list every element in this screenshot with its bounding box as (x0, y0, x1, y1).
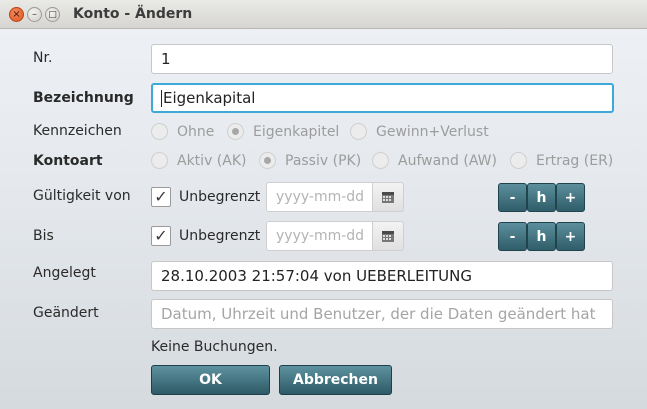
von-minus-button[interactable]: - (498, 183, 527, 212)
bezeichnung-label: Bezeichnung (33, 90, 134, 106)
gueltig-von-date-input[interactable]: yyyy-mm-dd (266, 182, 373, 212)
radio-circle (151, 123, 168, 140)
kennzeichen-label: Kennzeichen (33, 123, 122, 139)
radio-label: Gewinn+Verlust (376, 123, 489, 140)
kontoart-label: Kontoart (33, 153, 103, 169)
von-plus-button[interactable]: + (556, 183, 585, 212)
window-title: Konto - Ändern (73, 6, 193, 22)
status-text: Keine Buchungen. (151, 339, 278, 355)
radio-kennzeichen-ohne[interactable]: Ohne (151, 123, 214, 140)
gueltig-von-calendar-button[interactable] (373, 182, 404, 212)
radio-label: Ertrag (ER) (536, 152, 614, 169)
radio-label: Eigenkapitel (253, 123, 340, 140)
radio-circle (151, 152, 168, 169)
bis-calendar-button[interactable] (373, 221, 404, 251)
maximize-icon[interactable]: □ (45, 7, 60, 22)
bezeichnung-field[interactable]: Eigenkapital (151, 83, 614, 113)
unbegrenzt-von-label: Unbegrenzt (179, 189, 261, 205)
bezeichnung-value: Eigenkapital (163, 89, 256, 107)
radio-kontoart-aktiv[interactable]: Aktiv (AK) (151, 152, 246, 169)
radio-kennzeichen-gewinn-verlust[interactable]: Gewinn+Verlust (350, 123, 489, 140)
radio-circle-selected (227, 123, 244, 140)
nr-label: Nr. (33, 50, 53, 66)
radio-circle (350, 123, 367, 140)
radio-label: Ohne (177, 123, 215, 140)
ok-button[interactable]: OK (151, 365, 270, 395)
nr-value: 1 (161, 50, 171, 68)
bis-date-input[interactable]: yyyy-mm-dd (266, 221, 373, 251)
geaendert-field[interactable]: Datum, Uhrzeit und Benutzer, der die Dat… (151, 299, 613, 329)
geaendert-placeholder: Datum, Uhrzeit und Benutzer, der die Dat… (161, 305, 596, 323)
von-h-button[interactable]: h (527, 183, 556, 212)
radio-kontoart-ertrag[interactable]: Ertrag (ER) (510, 152, 613, 169)
gueltigkeit-von-label: Gültigkeit von (33, 188, 131, 204)
angelegt-value: 28.10.2003 21:57:04 von UEBERLEITUNG (161, 267, 473, 285)
unbegrenzt-bis-label: Unbegrenzt (179, 228, 261, 244)
bis-label: Bis (33, 228, 54, 244)
calendar-icon (382, 191, 394, 203)
nr-field[interactable]: 1 (151, 44, 613, 74)
angelegt-label: Angelegt (33, 265, 96, 281)
dialog-content: Nr. 1 Bezeichnung Eigenkapital Kennzeich… (0, 29, 647, 409)
radio-kennzeichen-eigenkapitel[interactable]: Eigenkapitel (227, 123, 339, 140)
radio-kontoart-passiv[interactable]: Passiv (PK) (259, 152, 361, 169)
radio-circle-selected (259, 152, 276, 169)
cancel-button[interactable]: Abbrechen (279, 365, 392, 395)
date-placeholder: yyyy-mm-dd (276, 228, 365, 244)
bis-minus-button[interactable]: - (498, 222, 527, 251)
close-icon[interactable]: × (9, 7, 24, 22)
geaendert-label: Geändert (33, 305, 99, 321)
radio-label: Aktiv (AK) (177, 152, 247, 169)
radio-circle (372, 152, 389, 169)
bis-plus-button[interactable]: + (556, 222, 585, 251)
unbegrenzt-von-checkbox[interactable]: ✓ (151, 187, 171, 207)
radio-circle (510, 152, 527, 169)
text-caret (161, 89, 162, 107)
radio-kontoart-aufwand[interactable]: Aufwand (AW) (372, 152, 497, 169)
radio-label: Passiv (PK) (285, 152, 362, 169)
calendar-icon (382, 230, 394, 242)
unbegrenzt-bis-checkbox[interactable]: ✓ (151, 226, 171, 246)
date-placeholder: yyyy-mm-dd (276, 189, 365, 205)
bis-h-button[interactable]: h (527, 222, 556, 251)
minimize-icon[interactable]: – (27, 7, 42, 22)
title-bar: × – □ Konto - Ändern (0, 0, 647, 29)
angelegt-field[interactable]: 28.10.2003 21:57:04 von UEBERLEITUNG (151, 261, 613, 291)
radio-label: Aufwand (AW) (398, 152, 497, 169)
